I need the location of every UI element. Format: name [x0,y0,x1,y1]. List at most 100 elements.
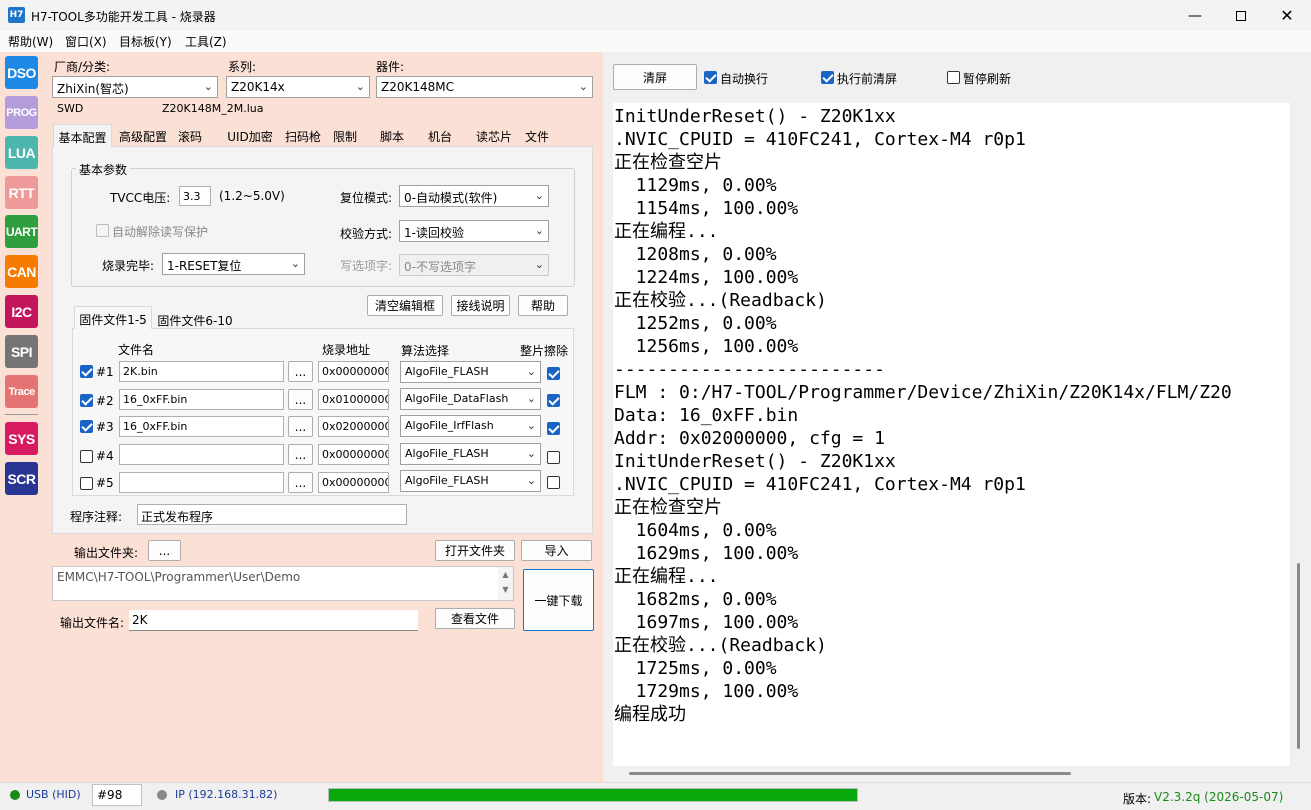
sidebar-spi[interactable]: SPI [5,335,38,368]
fw-row-5-erase-checkbox[interactable] [547,476,560,489]
fw-row-2-address[interactable]: 0x01000000 [318,389,389,410]
fw-row-5-algo-select[interactable]: AlgoFile_FLASH ⌄ [400,470,541,492]
comment-input[interactable]: 正式发布程序 [137,504,407,525]
tab-limits[interactable]: 限制 [328,124,362,146]
tab-script[interactable]: 脚本 [375,124,409,146]
fw-row-3-algo-select[interactable]: AlgoFile_IrfFlash ⌄ [400,415,541,437]
header-file-name: 文件名 [118,343,155,357]
log-line: 1682ms, 0.00% [614,589,777,610]
sidebar-scr[interactable]: SCR [5,462,38,495]
close-button[interactable]: ✕ [1264,0,1310,31]
path-scrollbar[interactable]: ▲ ▼ [498,567,513,600]
tab-firmware-1-5[interactable]: 固件文件1-5 [74,306,152,329]
fw-row-3-file[interactable]: 16_0xFF.bin [119,416,284,437]
clear-log-button[interactable]: 清屏 [613,64,697,90]
fw-row-5-checkbox[interactable] [80,477,93,490]
output-folder-browse-button[interactable]: ... [148,540,181,561]
log-horizontal-scrollbar[interactable] [613,766,1293,782]
sidebar-i2c[interactable]: I2C [5,295,38,328]
fw-row-4-checkbox[interactable] [80,450,93,463]
sidebar-rtt[interactable]: RTT [5,176,38,209]
part-select[interactable]: Z20K148MC ⌄ [376,76,593,98]
fw-row-5-browse-button[interactable]: ... [288,472,313,493]
menu-target[interactable]: 目标板(Y) [119,33,172,50]
sidebar-divider [5,414,38,415]
option-byte-select[interactable]: 0-不写选项字 ⌄ [399,254,549,276]
clear-before-run-checkbox[interactable] [821,71,834,84]
menu-tools[interactable]: 工具(Z) [185,33,227,50]
fw-row-3-browse-button[interactable]: ... [288,416,313,437]
open-folder-button[interactable]: 打开文件夹 [435,540,515,561]
minimize-button[interactable]: — [1172,0,1218,31]
clear-editor-button[interactable]: 清空编辑框 [367,295,443,316]
one-key-download-button[interactable]: 一键下载 [523,569,594,631]
tab-uid-encrypt[interactable]: UID加密 [222,124,278,146]
sidebar-can[interactable]: CAN [5,255,38,288]
tab-advanced[interactable]: 高级配置 [114,124,172,146]
vendor-label: 厂商/分类: [54,60,111,74]
sidebar-trace[interactable]: Trace [5,375,38,408]
fw-row-4-algo-select[interactable]: AlgoFile_FLASH ⌄ [400,443,541,465]
fw-row-4-file[interactable] [119,444,284,465]
fw-row-2-erase-checkbox[interactable] [547,394,560,407]
wiring-guide-button[interactable]: 接线说明 [451,295,510,316]
maximize-button[interactable] [1218,0,1264,31]
fw-row-5-index: #5 [96,476,114,490]
fw-row-4-browse-button[interactable]: ... [288,444,313,465]
output-folder-path[interactable]: EMMC\H7-TOOL\Programmer\User\Demo [52,566,514,601]
sidebar-prog[interactable]: PROG [5,96,38,129]
fw-row-1-checkbox[interactable] [80,365,93,378]
port-select[interactable]: #98 [92,784,142,806]
log-vertical-thumb[interactable] [1297,563,1300,749]
log-output[interactable]: InitUnderReset() - Z20K1xx .NVIC_CPUID = … [613,103,1290,766]
fw-row-5-address[interactable]: 0x00000000 [318,472,389,493]
auto-wrap-checkbox[interactable] [704,71,717,84]
fw-row-4-address[interactable]: 0x00000000 [318,444,389,465]
series-select[interactable]: Z20K14x ⌄ [226,76,370,98]
log-line: 正在检查空片 [614,152,722,173]
fw-row-2-browse-button[interactable]: ... [288,389,313,410]
auto-unlock-checkbox[interactable] [96,224,109,237]
verify-select[interactable]: 1-读回校验 ⌄ [399,220,549,242]
vendor-select[interactable]: ZhiXin(智芯) ⌄ [52,76,218,98]
reset-mode-select[interactable]: 0-自动模式(软件) ⌄ [399,185,549,207]
fw-row-5-file[interactable] [119,472,284,493]
title-bar: H7 H7-TOOL多功能开发工具 - 烧录器 — ✕ [0,0,1311,31]
import-button[interactable]: 导入 [521,540,592,561]
fw-row-3-erase-checkbox[interactable] [547,422,560,435]
tab-file[interactable]: 文件 [520,124,554,146]
tab-basic[interactable]: 基本配置 [53,124,112,147]
tab-firmware-6-10[interactable]: 固件文件6-10 [154,308,236,330]
sidebar-dso[interactable]: DSO [5,56,38,89]
log-horizontal-thumb[interactable] [629,772,1071,775]
fw-row-3-checkbox[interactable] [80,420,93,433]
fw-row-1-algo-select[interactable]: AlgoFile_FLASH ⌄ [400,361,541,383]
sidebar-uart[interactable]: UART [5,215,38,248]
fw-row-1-browse-button[interactable]: ... [288,361,313,382]
output-name-input[interactable]: 2K [129,610,418,631]
fw-row-3-address[interactable]: 0x02000000 [318,416,389,437]
log-vertical-scrollbar[interactable] [1293,103,1311,766]
fw-row-2-checkbox[interactable] [80,394,93,407]
fw-row-1-erase-checkbox[interactable] [547,367,560,380]
pause-refresh-checkbox[interactable] [947,71,960,84]
help-button[interactable]: 帮助 [518,295,568,316]
sidebar-lua[interactable]: LUA [5,136,38,169]
fw-row-2-file[interactable]: 16_0xFF.bin [119,389,284,410]
view-file-button[interactable]: 查看文件 [435,608,515,629]
tab-scanner[interactable]: 扫码枪 [280,124,326,146]
menu-help[interactable]: 帮助(W) [8,33,53,50]
fw-row-4-erase-checkbox[interactable] [547,451,560,464]
fw-row-1-file[interactable]: 2K.bin [119,361,284,382]
tab-read-chip[interactable]: 读芯片 [471,124,517,146]
fw-row-1-address[interactable]: 0x00000000 [318,361,389,382]
ip-status-icon [157,790,167,800]
tab-machine[interactable]: 机台 [423,124,457,146]
menu-window[interactable]: 窗口(X) [65,33,107,50]
sidebar-sys[interactable]: SYS [5,422,38,455]
tvcc-input[interactable]: 3.3 [179,186,211,206]
log-line: 1729ms, 100.00% [614,681,799,702]
done-select[interactable]: 1-RESET复位 ⌄ [162,253,305,275]
fw-row-2-algo-select[interactable]: AlgoFile_DataFlash ⌄ [400,388,541,410]
tab-rolling-code[interactable]: 滚码 [173,124,207,146]
